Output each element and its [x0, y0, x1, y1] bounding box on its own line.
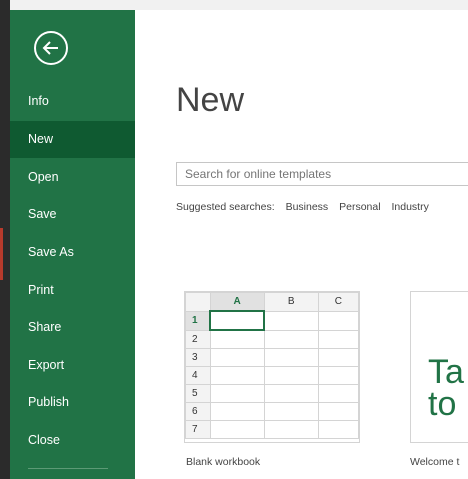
new-panel: New Suggested searches: Business Persona… [135, 10, 468, 479]
suggested-link-industry[interactable]: Industry [391, 201, 428, 213]
sidebar-item-new[interactable]: New [10, 121, 135, 158]
suggested-link-personal[interactable]: Personal [339, 201, 380, 213]
row-header: 7 [185, 420, 211, 439]
spreadsheet-preview: A B C 1 2 3 4 5 6 7 [185, 292, 360, 439]
column-header: A [209, 292, 265, 312]
sidebar-item-open[interactable]: Open [10, 159, 135, 196]
suggested-label: Suggested searches: [176, 201, 275, 213]
sidebar-item-publish[interactable]: Publish [10, 384, 135, 421]
template-preview-text: to [428, 385, 457, 423]
sidebar-item-share[interactable]: Share [10, 309, 135, 346]
row-header: 1 [185, 310, 211, 331]
page-title: New [176, 81, 245, 119]
row-header: 6 [185, 402, 211, 421]
row-header: 3 [185, 348, 211, 367]
grid-corner [185, 292, 211, 312]
suggested-link-business[interactable]: Business [286, 201, 329, 213]
row-header: 4 [185, 366, 211, 385]
sidebar-item-close[interactable]: Close [10, 422, 135, 459]
back-arrow-icon [42, 41, 58, 55]
backstage-sidebar: Info New Open Save Save As Print Share E… [10, 10, 135, 479]
sidebar-item-save-as[interactable]: Save As [10, 234, 135, 271]
window-edge [0, 0, 10, 479]
sidebar-item-export[interactable]: Export [10, 347, 135, 384]
sidebar-item-print[interactable]: Print [10, 272, 135, 309]
sidebar-item-info[interactable]: Info [10, 83, 135, 120]
row-header: 5 [185, 384, 211, 403]
sidebar-item-save[interactable]: Save [10, 196, 135, 233]
search-input[interactable] [176, 162, 468, 186]
blank-workbook-template[interactable]: A B C 1 2 3 4 5 6 7 [184, 291, 360, 443]
suggested-searches: Suggested searches: Business Personal In… [176, 201, 437, 213]
back-button[interactable] [34, 31, 68, 65]
welcome-template[interactable]: Ta to [410, 291, 468, 443]
selected-cell [209, 310, 266, 331]
sidebar-divider [28, 468, 108, 469]
column-header: C [317, 292, 360, 312]
row-header: 2 [185, 329, 211, 349]
column-header: B [263, 292, 319, 312]
template-label: Blank workbook [186, 456, 261, 468]
edge-accent [0, 228, 3, 280]
template-label: Welcome t [410, 456, 460, 468]
